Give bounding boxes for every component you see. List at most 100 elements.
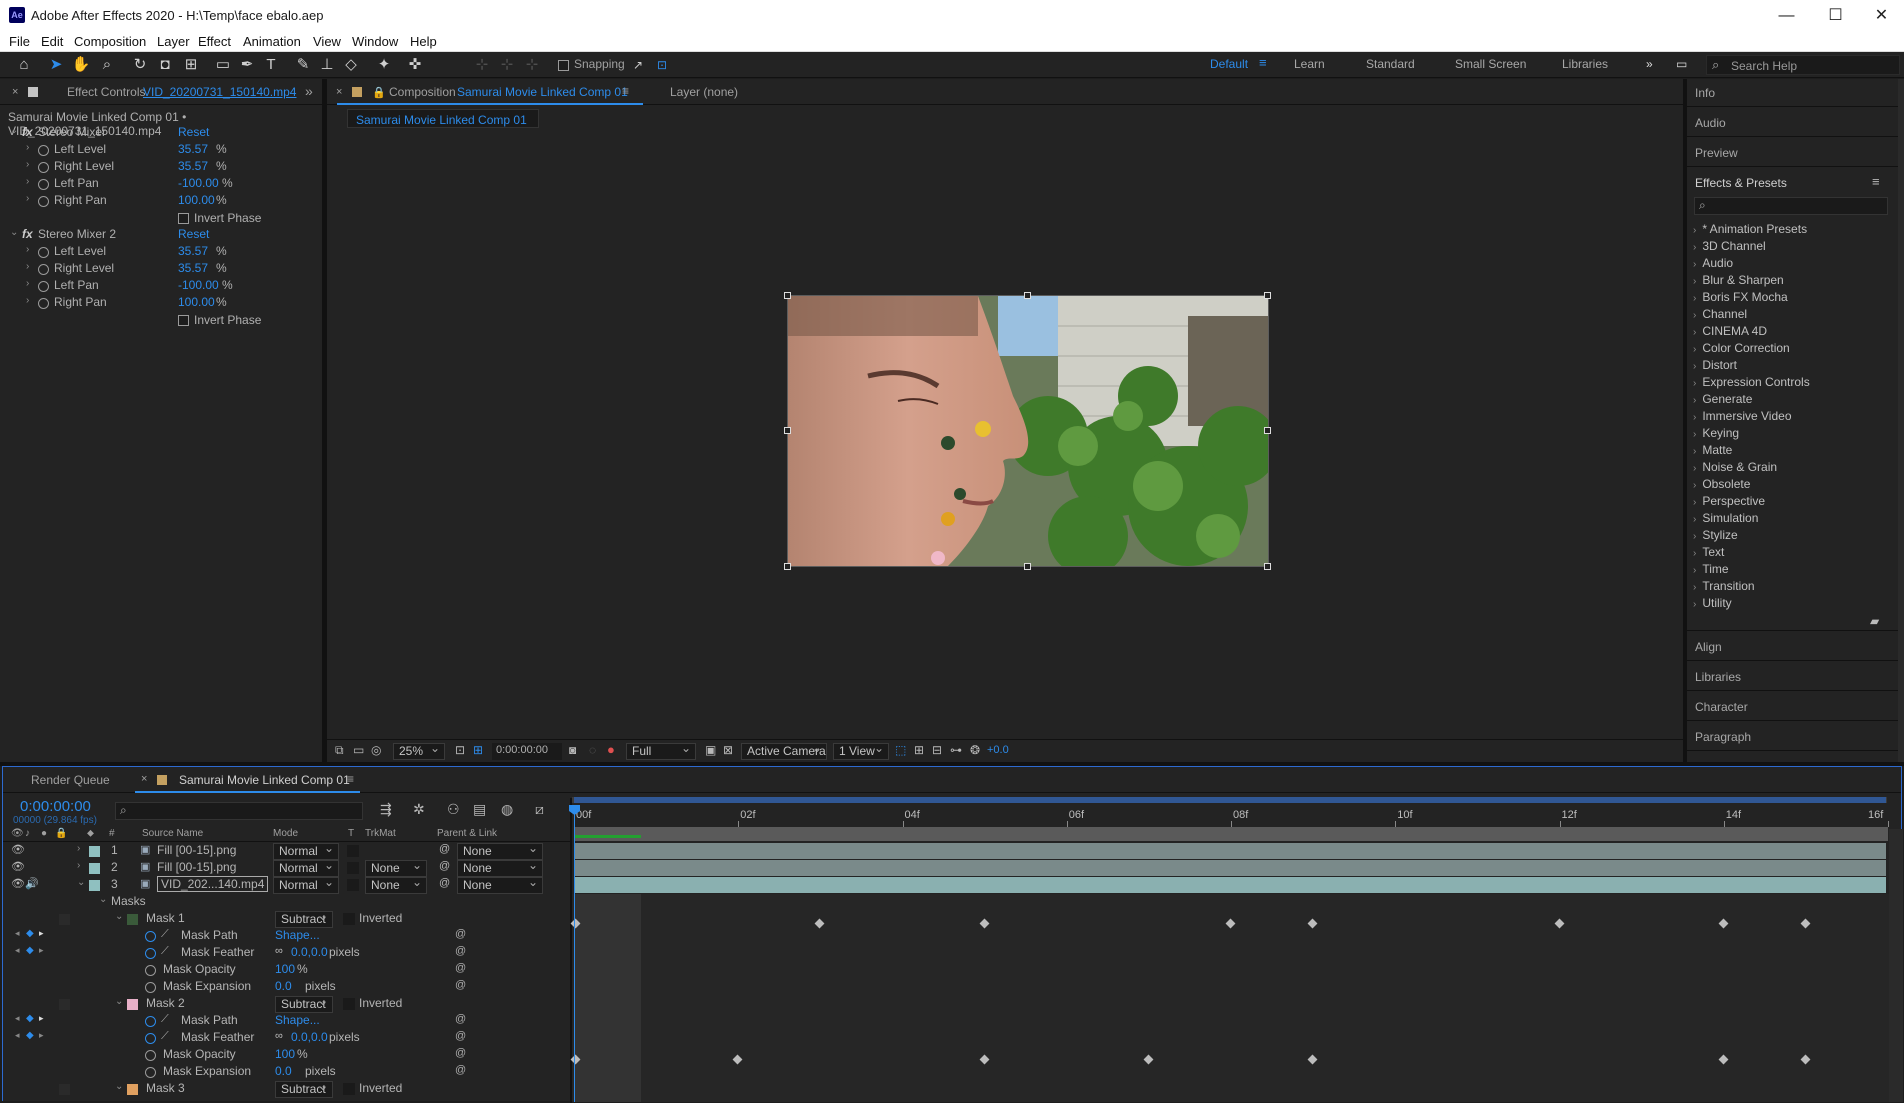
- type-tool-icon[interactable]: T: [261, 55, 281, 75]
- timeline-layer-row[interactable]: 👁 › 1 ▣ Fill [00-15].png Normal @ None: [3, 841, 573, 860]
- close-button[interactable]: ✕: [1859, 0, 1904, 31]
- layer-expand-chevron-icon[interactable]: ›: [77, 860, 80, 871]
- expand-chevron-icon[interactable]: ›: [26, 295, 29, 306]
- close-timeline-tab-icon[interactable]: ×: [141, 773, 147, 785]
- camera-tool-icon[interactable]: ◘: [155, 55, 175, 75]
- comp-mini-flowchart-icon[interactable]: ⇶: [380, 801, 392, 818]
- minimize-button[interactable]: —: [1764, 0, 1809, 31]
- mask-mode-dropdown[interactable]: Subtract: [275, 994, 333, 1013]
- keyframe-diamond[interactable]: [1718, 1054, 1729, 1065]
- masks-group-row[interactable]: ⌄ Masks: [3, 894, 573, 911]
- resolution-dropdown[interactable]: Full: [626, 741, 696, 760]
- param-value[interactable]: 35.57: [178, 142, 208, 156]
- mask-property-row[interactable]: ◂ ◆ ▸ ⟋ Mask Feather ∞ 0.0,0.0 pixels @: [3, 1030, 573, 1047]
- right-scrollbar[interactable]: [1898, 79, 1904, 762]
- stopwatch-icon[interactable]: [38, 247, 49, 258]
- more-workspaces-icon[interactable]: »: [1646, 57, 1653, 71]
- mask-property-value[interactable]: 100: [275, 962, 295, 976]
- effects-category[interactable]: › Expression Controls: [1693, 375, 1810, 389]
- channels-icon[interactable]: ●: [607, 742, 615, 757]
- effects-category[interactable]: › CINEMA 4D: [1693, 324, 1767, 338]
- panel-expand-icon[interactable]: »: [305, 83, 313, 99]
- keyframe-diamond[interactable]: [979, 1054, 990, 1065]
- comp-lock-icon[interactable]: 🔒: [372, 86, 386, 99]
- menu-file[interactable]: File: [9, 34, 30, 49]
- effects-category[interactable]: › Distort: [1693, 358, 1737, 372]
- stopwatch-icon[interactable]: [38, 281, 49, 292]
- source-name-header[interactable]: Source Name: [142, 828, 203, 839]
- keyframe-diamond[interactable]: [1307, 1054, 1318, 1065]
- layer-expand-chevron-icon[interactable]: ›: [77, 843, 80, 854]
- effect-controls-tab-file[interactable]: VID_20200731_150140.mp4: [143, 85, 296, 99]
- stopwatch-icon[interactable]: [38, 179, 49, 190]
- effect-reset-link[interactable]: Reset: [178, 125, 209, 139]
- mask-mode-dropdown[interactable]: Subtract: [275, 1079, 333, 1098]
- rectangle-tool-icon[interactable]: ▭: [213, 55, 233, 75]
- pick-whip-icon[interactable]: @: [439, 877, 450, 889]
- eraser-tool-icon[interactable]: ◇: [341, 55, 361, 75]
- shy-layers-icon[interactable]: ⚇: [447, 801, 460, 818]
- param-value[interactable]: 35.57: [178, 244, 208, 258]
- param-value[interactable]: 100.00: [178, 193, 215, 207]
- timeline-layer-row[interactable]: 👁 🔊 ⌄ 3 ▣ VID_202...140.mp4 Normal None …: [3, 875, 573, 894]
- track-matte-dropdown[interactable]: None: [365, 875, 427, 894]
- mask-property-row[interactable]: ◂ ◆ ▸ ⟋ Mask Path Shape... @: [3, 928, 573, 945]
- graph-icon[interactable]: ⟋: [161, 1013, 169, 1026]
- mask-inverted-checkbox[interactable]: [343, 998, 355, 1010]
- pick-whip-icon[interactable]: @: [439, 843, 450, 855]
- workspace-learn[interactable]: Learn: [1294, 57, 1325, 71]
- mask-chevron-icon[interactable]: ⌄: [115, 1081, 123, 1092]
- timeline-search-input[interactable]: ⌕: [115, 802, 363, 820]
- always-preview-icon[interactable]: ⧉: [335, 743, 344, 758]
- comp-panel-menu-icon[interactable]: ≡: [622, 84, 629, 98]
- mask-property-row[interactable]: Mask Expansion 0.0 pixels @: [3, 979, 573, 996]
- visibility-eye-icon[interactable]: 👁: [11, 843, 25, 856]
- fast-previews-icon[interactable]: ⊞: [914, 743, 924, 757]
- graph-icon[interactable]: ⟋: [161, 945, 169, 958]
- add-keyframe-icon[interactable]: ◆: [26, 1013, 34, 1024]
- snap-edge-icon[interactable]: ↗: [628, 55, 648, 75]
- keyframe-diamond[interactable]: [1554, 918, 1564, 929]
- menu-effect[interactable]: Effect: [198, 34, 231, 49]
- menu-help[interactable]: Help: [410, 34, 437, 49]
- preserve-transparency-toggle[interactable]: [347, 845, 359, 857]
- mask-solo-toggle[interactable]: [59, 1084, 70, 1095]
- expand-chevron-icon[interactable]: ›: [26, 176, 29, 187]
- new-bin-icon[interactable]: ▰: [1870, 614, 1879, 628]
- blend-mode-dropdown[interactable]: Normal: [273, 875, 339, 894]
- composition-tab-label[interactable]: Composition: [389, 85, 456, 99]
- stopwatch-icon[interactable]: [145, 1016, 156, 1027]
- preserve-transparency-toggle[interactable]: [347, 862, 359, 874]
- panel-lock-icon[interactable]: [28, 87, 38, 97]
- stopwatch-icon[interactable]: [145, 965, 156, 976]
- timeline-icon[interactable]: ⊟: [932, 743, 942, 757]
- mask-name[interactable]: Mask 3: [146, 1081, 185, 1095]
- prev-keyframe-icon[interactable]: ◂: [15, 1013, 20, 1024]
- invert-phase-checkbox[interactable]: [178, 315, 189, 326]
- mask-property-row[interactable]: Mask Opacity 100 % @: [3, 1047, 573, 1064]
- snap-feature-icon[interactable]: ⊡: [652, 55, 672, 75]
- layer1-bar[interactable]: [574, 843, 1886, 859]
- effects-category[interactable]: › Blur & Sharpen: [1693, 273, 1784, 287]
- close-comp-tab-icon[interactable]: ×: [336, 86, 342, 98]
- visibility-eye-icon[interactable]: 👁: [11, 877, 25, 890]
- workspace-menu-icon[interactable]: ≡: [1259, 55, 1267, 70]
- layer-label-color[interactable]: [89, 880, 100, 891]
- grid-icon[interactable]: ⊞: [473, 743, 483, 757]
- layer-label-color[interactable]: [89, 863, 100, 874]
- expression-spiral-icon[interactable]: @: [455, 928, 466, 940]
- mask-row[interactable]: ⌄ Mask 1 Subtract Inverted: [3, 909, 573, 928]
- param-value[interactable]: 35.57: [178, 159, 208, 173]
- mask-property-value[interactable]: Shape...: [275, 1013, 320, 1027]
- keyframe-diamond[interactable]: [1143, 1054, 1154, 1065]
- constrain-proportions-icon[interactable]: ∞: [275, 945, 283, 957]
- hand-tool-icon[interactable]: ✋: [71, 55, 91, 75]
- mask-row[interactable]: ⌄ Mask 3 Subtract Inverted: [3, 1079, 573, 1098]
- param-value[interactable]: 35.57: [178, 261, 208, 275]
- preserve-transparency-toggle[interactable]: [347, 879, 359, 891]
- snapshot-icon[interactable]: ◙: [569, 743, 576, 757]
- effects-category[interactable]: › Perspective: [1693, 494, 1765, 508]
- transform-handle[interactable]: [784, 563, 791, 570]
- transform-handle[interactable]: [1264, 427, 1271, 434]
- audio-speaker-icon[interactable]: 🔊: [25, 877, 39, 890]
